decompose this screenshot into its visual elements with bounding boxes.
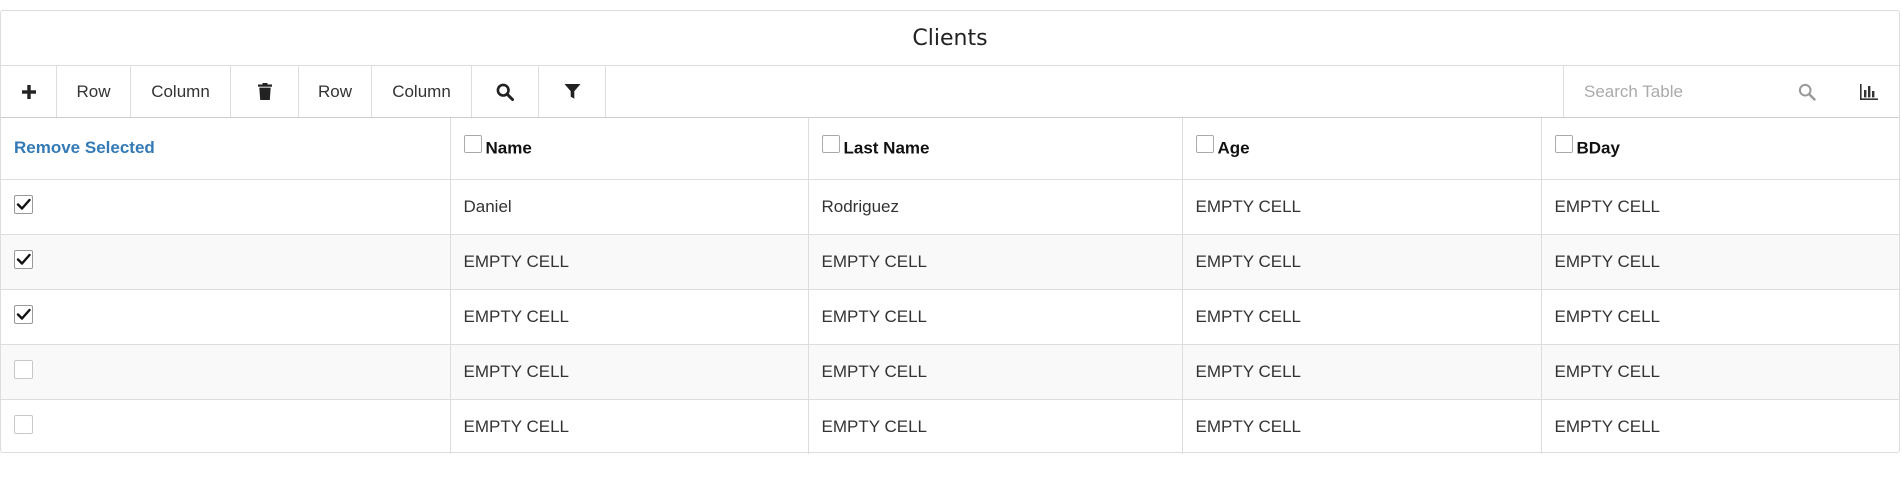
table-row: EMPTY CELL EMPTY CELL EMPTY CELL EMPTY C… [1, 234, 1899, 290]
bar-chart-icon[interactable] [1849, 66, 1889, 117]
row-select-checkbox[interactable] [14, 194, 33, 214]
add-row-button[interactable]: Row [57, 66, 131, 117]
table-cell[interactable]: EMPTY CELL [1541, 399, 1899, 454]
row-select-cell [1, 234, 451, 290]
delete-row-label: Row [317, 81, 352, 101]
table-cell[interactable]: EMPTY CELL [1182, 344, 1542, 400]
column-header-age: Age [1182, 118, 1542, 180]
column-header-last-name: Last Name [808, 118, 1183, 180]
table-toolbar: Row Column Row Column [1, 66, 1899, 118]
row-select-checkbox[interactable] [14, 414, 33, 434]
row-select-checkbox[interactable] [14, 304, 33, 324]
table-header-row: Remove Selected Name Last Name Age BDay [1, 118, 1899, 180]
table-cell[interactable]: EMPTY CELL [1541, 179, 1899, 235]
delete-column-button[interactable]: Column [372, 66, 472, 117]
table-cell[interactable]: EMPTY CELL [1182, 234, 1542, 290]
table-cell[interactable]: EMPTY CELL [808, 399, 1183, 454]
filter-icon [564, 83, 581, 100]
page-title: Clients [912, 25, 988, 51]
column-header-label: BDay [1576, 138, 1620, 158]
column-select-checkbox[interactable] [1195, 134, 1214, 153]
table-cell[interactable]: Rodriguez [808, 179, 1183, 235]
table-cell[interactable]: EMPTY CELL [808, 234, 1183, 290]
table-cell[interactable]: EMPTY CELL [1541, 289, 1899, 345]
table-row: Daniel Rodriguez EMPTY CELL EMPTY CELL [1, 179, 1899, 235]
delete-button[interactable] [231, 66, 299, 117]
table-cell[interactable]: EMPTY CELL [1182, 289, 1542, 345]
column-select-checkbox[interactable] [1554, 134, 1573, 153]
delete-column-label: Column [392, 81, 451, 101]
column-header-label: Age [1217, 138, 1250, 158]
table-cell[interactable]: EMPTY CELL [808, 289, 1183, 345]
delete-row-button[interactable]: Row [299, 66, 372, 117]
table-row: EMPTY CELL EMPTY CELL EMPTY CELL EMPTY C… [1, 289, 1899, 345]
table-row: EMPTY CELL EMPTY CELL EMPTY CELL EMPTY C… [1, 399, 1899, 454]
table-cell[interactable]: EMPTY CELL [450, 234, 809, 290]
search-toggle-button[interactable] [472, 66, 539, 117]
row-select-checkbox[interactable] [14, 359, 33, 379]
table-row: EMPTY CELL EMPTY CELL EMPTY CELL EMPTY C… [1, 344, 1899, 400]
table-cell[interactable]: EMPTY CELL [450, 289, 809, 345]
clients-table-panel: Clients Row Column Row Column Search Tab… [0, 10, 1900, 454]
add-column-label: Column [151, 81, 210, 101]
remove-selected-link[interactable]: Remove Selected [14, 138, 155, 157]
column-header-label: Name [485, 138, 532, 158]
table-cell[interactable]: Daniel [450, 179, 809, 235]
row-select-cell [1, 344, 451, 400]
column-header-name: Name [450, 118, 809, 180]
column-select-checkbox[interactable] [821, 134, 840, 153]
row-select-checkbox[interactable] [14, 249, 33, 269]
panel-header: Clients [1, 11, 1899, 66]
row-select-cell [1, 179, 451, 235]
row-select-cell [1, 399, 451, 454]
table-cell[interactable]: EMPTY CELL [450, 399, 809, 454]
filter-button[interactable] [539, 66, 606, 117]
table-cell[interactable]: EMPTY CELL [808, 344, 1183, 400]
remove-selected-cell: Remove Selected [1, 118, 451, 180]
clients-table: Remove Selected Name Last Name Age BDay [1, 118, 1899, 454]
table-cell[interactable]: EMPTY CELL [1182, 179, 1542, 235]
search-icon [496, 83, 514, 101]
search-icon[interactable] [1792, 66, 1822, 117]
table-cell[interactable]: EMPTY CELL [450, 344, 809, 400]
search-box [1563, 66, 1899, 117]
plus-icon [21, 84, 37, 100]
search-input[interactable] [1582, 80, 1806, 103]
table-body: Daniel Rodriguez EMPTY CELL EMPTY CELL E… [1, 179, 1899, 454]
add-button[interactable] [1, 66, 57, 117]
add-column-button[interactable]: Column [131, 66, 231, 117]
add-row-label: Row [76, 81, 111, 101]
trash-icon [257, 83, 272, 100]
column-header-label: Last Name [843, 138, 930, 158]
column-select-checkbox[interactable] [463, 134, 482, 153]
row-select-cell [1, 289, 451, 345]
column-header-bday: BDay [1541, 118, 1899, 180]
table-cell[interactable]: EMPTY CELL [1541, 344, 1899, 400]
table-cell[interactable]: EMPTY CELL [1182, 399, 1542, 454]
table-cell[interactable]: EMPTY CELL [1541, 234, 1899, 290]
